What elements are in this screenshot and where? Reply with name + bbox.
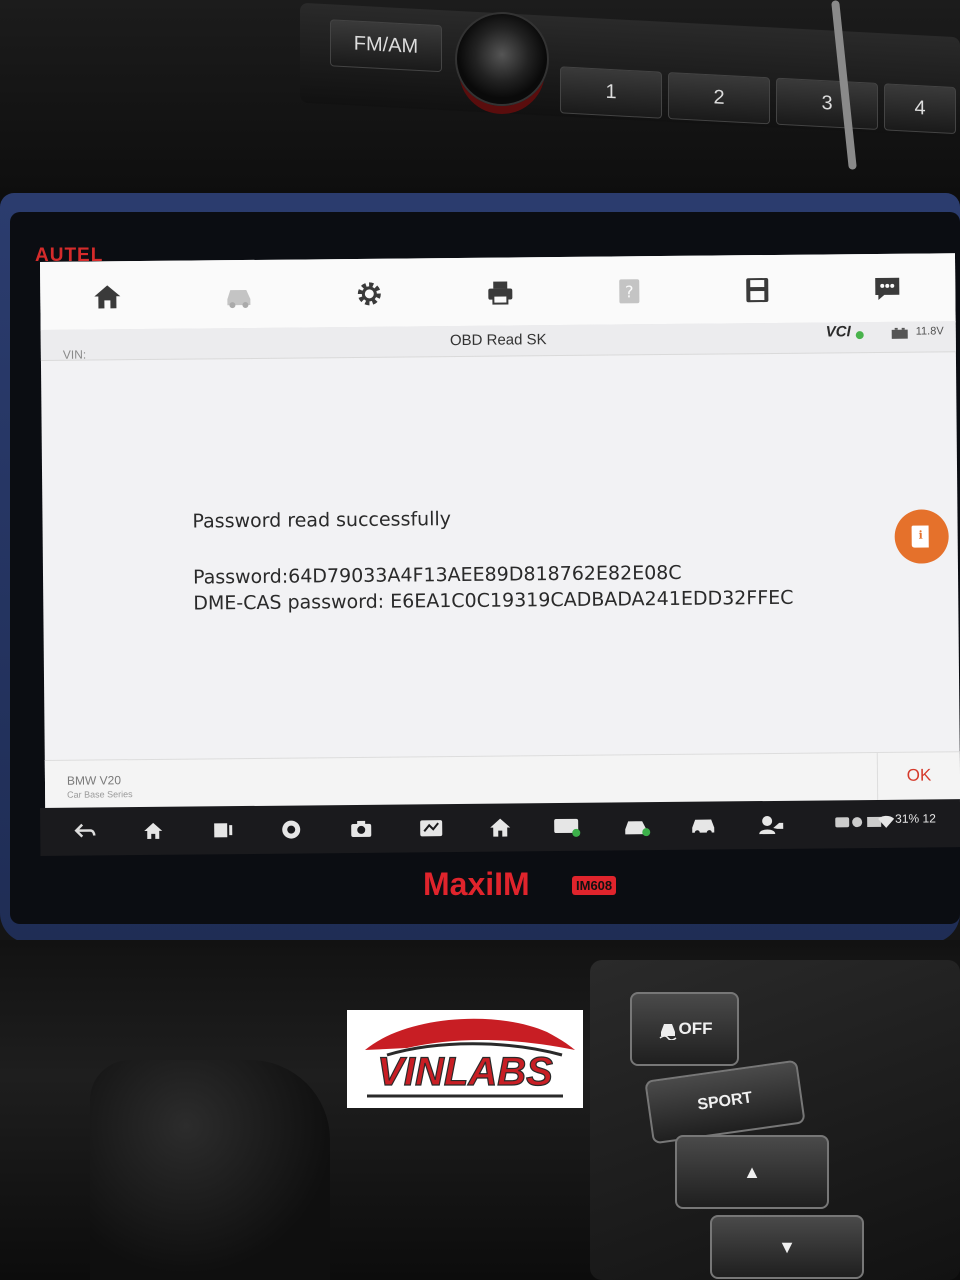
preset-1-button: 1 [560, 66, 662, 119]
vci-connected-indicator [855, 331, 864, 340]
maxi-home-icon[interactable] [485, 813, 515, 841]
svg-text:i: i [919, 529, 923, 542]
info-manual-button[interactable]: i [894, 509, 949, 564]
dme-cas-password-value: DME-CAS password: E6EA1C0C19319CADBADA24… [193, 586, 794, 615]
volume-knob [455, 12, 549, 106]
model-name: MaxiIM [423, 866, 530, 902]
dsc-off-button: OFF [630, 992, 739, 1066]
off-label: OFF [678, 1019, 713, 1038]
status-message: Password read successfully [192, 508, 452, 533]
toolbar: ? [40, 253, 956, 331]
feedback-icon[interactable] [870, 272, 904, 306]
book-icon: i [911, 525, 929, 548]
recent-apps-icon[interactable] [208, 816, 238, 844]
vinlabs-logo: VINLABS [365, 1018, 575, 1098]
vehicle-icon [222, 278, 256, 312]
system-nav-bar: 31% 12 [40, 799, 960, 856]
battery-text: 31% [895, 811, 920, 826]
voltage-readout: 11.8V [915, 325, 944, 338]
battery-icon [891, 327, 908, 339]
svg-text:VINLABS: VINLABS [377, 1050, 553, 1094]
preset-4-button: 4 [884, 83, 956, 135]
preset-3-button: 3 [776, 77, 878, 130]
model-badge: IM608 [572, 876, 617, 895]
camera-icon[interactable] [346, 815, 376, 843]
ok-button[interactable]: OK [879, 751, 959, 800]
vehicle-series: Car Base Series [67, 789, 133, 800]
battery-percent: 31% 12 [895, 811, 936, 825]
vehicle-name: BMW V20 [66, 773, 122, 788]
system-home-icon[interactable] [138, 817, 168, 845]
fm-am-button: FM/AM [330, 19, 442, 73]
cloud-icon[interactable] [276, 815, 306, 843]
vci-manager-icon[interactable] [552, 813, 582, 841]
help-icon: ? [612, 274, 646, 308]
home-icon[interactable] [90, 279, 124, 313]
technician-icon[interactable] [756, 811, 786, 839]
mode-down-button: ▼ [710, 1215, 864, 1279]
diagnostics-icon[interactable] [416, 814, 446, 842]
result-panel: Password read successfully Password:64D7… [41, 351, 960, 760]
vinlabs-watermark: VINLABS [347, 1010, 583, 1108]
vci-status-label: VCI [825, 323, 851, 341]
svg-text:?: ? [625, 282, 634, 301]
drive-selector-panel: OFF SPORT ▲ ▼ [590, 960, 960, 1280]
preset-2-button: 2 [668, 71, 770, 125]
back-icon[interactable] [70, 817, 100, 845]
traction-control-icon [659, 1024, 676, 1040]
car-icon[interactable] [688, 811, 718, 839]
seat [90, 1060, 330, 1280]
vehicle-connected-icon[interactable] [622, 812, 652, 840]
print-icon[interactable] [483, 275, 517, 309]
save-icon[interactable] [740, 273, 774, 307]
wifi-icon [878, 814, 895, 833]
password-value: Password:64D79033A4F13AEE89D818762E82E08… [192, 561, 682, 589]
app-screen: ? VIN: OBD Read SK VCI 11.8V Password re… [40, 253, 960, 830]
sport-button: SPORT [644, 1059, 806, 1145]
settings-icon[interactable] [352, 277, 386, 311]
mode-up-button: ▲ [675, 1135, 829, 1209]
clock-text: 12 [922, 811, 936, 826]
